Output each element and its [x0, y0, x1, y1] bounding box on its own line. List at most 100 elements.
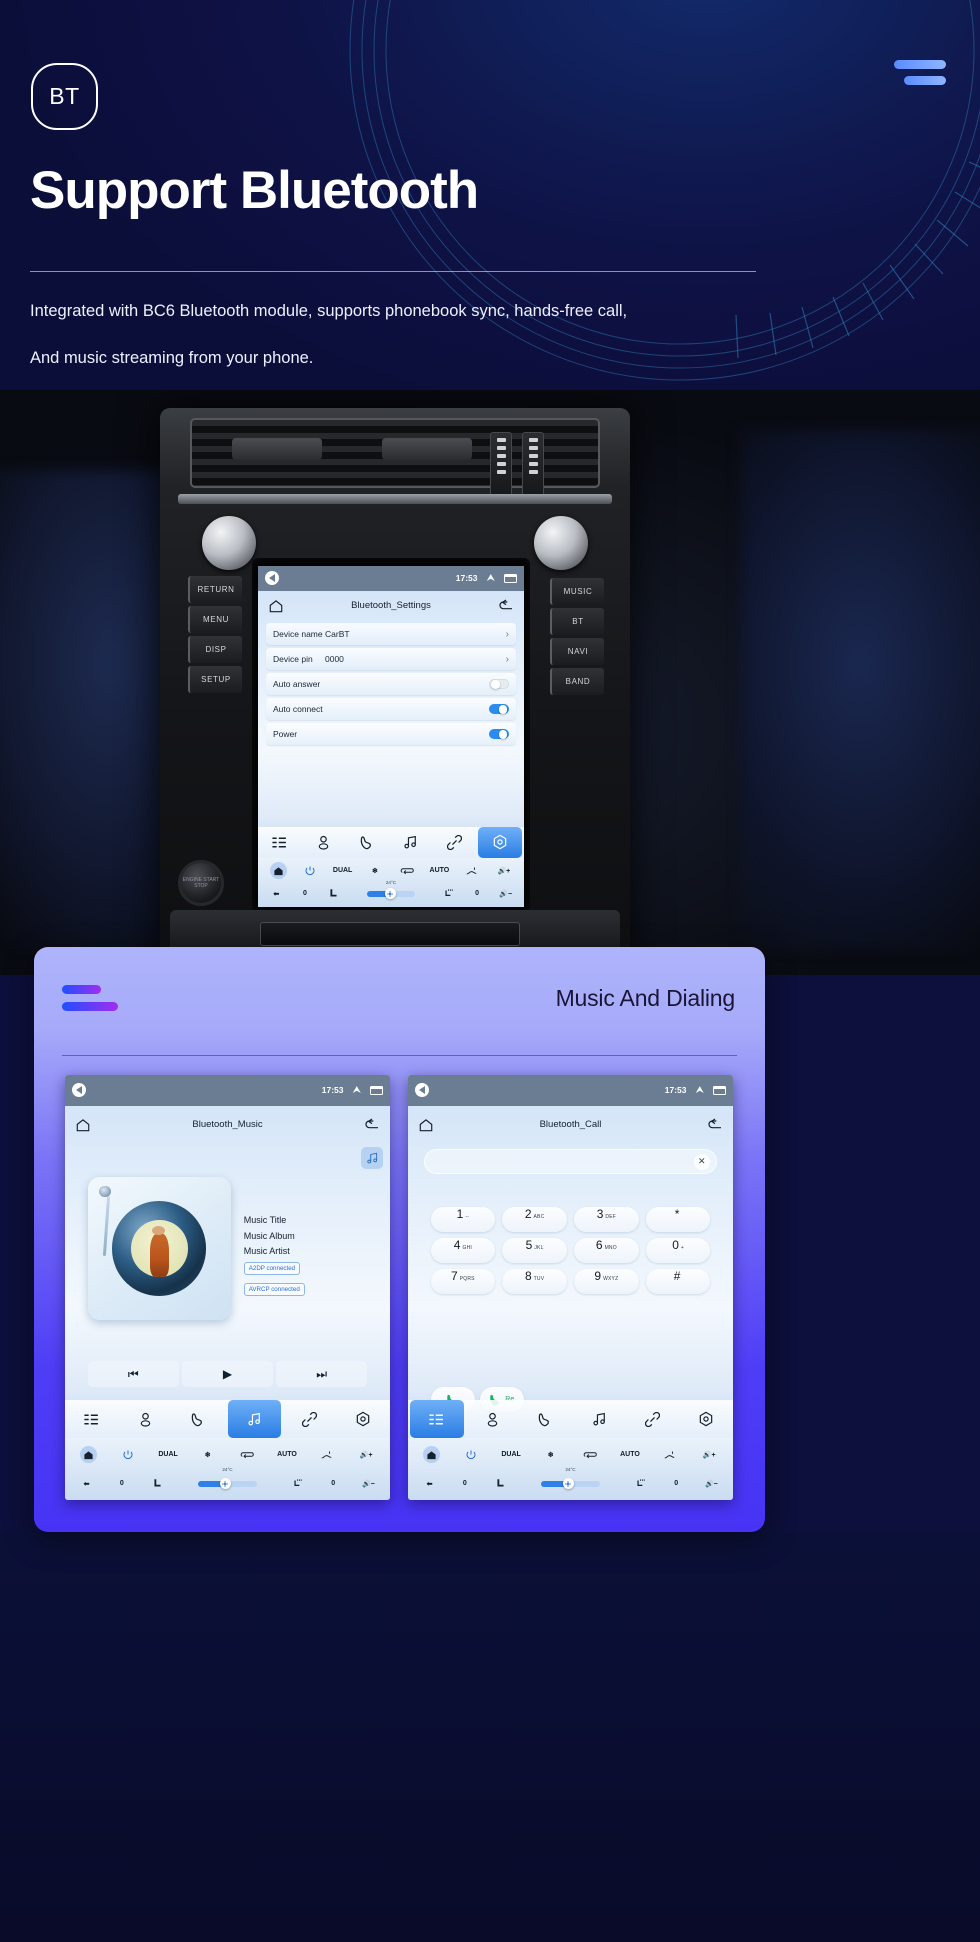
- snowflake-icon[interactable]: ❄: [531, 1451, 571, 1459]
- chevron-right-icon[interactable]: ›: [506, 654, 509, 665]
- climate-back-icon[interactable]: ⬅: [262, 890, 291, 898]
- settings-row-auto-connect[interactable]: Auto connect: [266, 698, 516, 721]
- home-icon[interactable]: [75, 1118, 91, 1132]
- home-icon[interactable]: [268, 599, 284, 613]
- music-source-button[interactable]: [361, 1147, 383, 1170]
- dock-contacts-icon[interactable]: [302, 827, 346, 858]
- dock-phone-icon[interactable]: [172, 1400, 226, 1438]
- climate-home-icon[interactable]: [423, 1446, 441, 1464]
- key-2[interactable]: 2 ABC: [502, 1206, 567, 1232]
- back-icon[interactable]: [415, 1083, 429, 1098]
- dock-music-note-icon[interactable]: [389, 827, 433, 858]
- hw-button-bt[interactable]: BT: [550, 608, 604, 635]
- chevron-right-icon[interactable]: ›: [506, 629, 509, 640]
- dock-contacts-icon[interactable]: [119, 1400, 173, 1438]
- key-1[interactable]: 1 --: [430, 1206, 496, 1232]
- fan-icon[interactable]: [384, 888, 396, 900]
- key-star[interactable]: *: [645, 1206, 711, 1232]
- defrost-icon[interactable]: [650, 1450, 690, 1460]
- volume-down-icon[interactable]: 🔊−: [491, 890, 520, 898]
- key-7[interactable]: 7 PQRS: [430, 1268, 496, 1294]
- key-6[interactable]: 6 MNO: [574, 1237, 639, 1263]
- recirculate-icon[interactable]: [228, 1450, 268, 1459]
- auto-answer-toggle[interactable]: [489, 678, 509, 690]
- fan-speed-slider[interactable]: [197, 1478, 258, 1490]
- climate-power-icon[interactable]: [294, 865, 326, 877]
- seat-heat-icon[interactable]: [623, 1478, 658, 1489]
- next-track-icon[interactable]: ⏭: [276, 1361, 368, 1388]
- volume-knob[interactable]: [202, 516, 256, 570]
- key-8[interactable]: 8 TUV: [502, 1268, 567, 1294]
- undo-icon[interactable]: [364, 1118, 380, 1132]
- climate-left-temp[interactable]: 0: [104, 1480, 139, 1487]
- dock-link-icon[interactable]: [283, 1400, 337, 1438]
- dock-apps-grid-icon[interactable]: [258, 827, 302, 858]
- dock-music-note-icon[interactable]: [227, 1400, 281, 1439]
- fan-icon[interactable]: [562, 1478, 574, 1490]
- climate-dual-label[interactable]: DUAL: [491, 1451, 531, 1458]
- climate-dual-label[interactable]: DUAL: [327, 867, 359, 874]
- key-3[interactable]: 3 DEF: [574, 1206, 639, 1232]
- settings-row-device-pin[interactable]: Device pin 0000 ›: [266, 648, 516, 671]
- key-9[interactable]: 9 WXYZ: [574, 1268, 639, 1294]
- dock-settings-hex-icon[interactable]: [680, 1400, 734, 1438]
- phone-number-input[interactable]: ✕: [424, 1149, 717, 1175]
- volume-up-icon[interactable]: 🔊+: [488, 867, 520, 875]
- dock-settings-hex-icon[interactable]: [478, 826, 523, 858]
- snowflake-icon[interactable]: ❄: [188, 1451, 228, 1459]
- chevron-up-icon[interactable]: ⮝: [487, 573, 496, 584]
- close-icon[interactable]: ✕: [693, 1153, 710, 1170]
- hw-button-navi[interactable]: NAVI: [550, 638, 604, 665]
- recirculate-icon[interactable]: [571, 1450, 611, 1459]
- recents-icon[interactable]: [370, 1085, 383, 1095]
- dock-contacts-icon[interactable]: [466, 1400, 520, 1438]
- climate-back-icon[interactable]: ⬅: [69, 1480, 104, 1488]
- climate-left-temp[interactable]: 0: [447, 1480, 482, 1487]
- climate-power-icon[interactable]: [109, 1449, 149, 1461]
- climate-right-temp[interactable]: 0: [316, 1480, 351, 1487]
- climate-back-icon[interactable]: ⬅: [412, 1480, 447, 1488]
- climate-auto-label[interactable]: AUTO: [423, 867, 455, 874]
- undo-icon[interactable]: [707, 1118, 723, 1132]
- tune-knob[interactable]: [534, 516, 588, 570]
- hw-button-setup[interactable]: SETUP: [188, 666, 242, 693]
- snowflake-icon[interactable]: ❄: [359, 867, 391, 875]
- climate-right-temp[interactable]: 0: [659, 1480, 694, 1487]
- settings-row-power[interactable]: Power: [266, 723, 516, 746]
- hw-button-menu[interactable]: MENU: [188, 606, 242, 633]
- volume-up-icon[interactable]: 🔊+: [346, 1451, 386, 1459]
- climate-dual-label[interactable]: DUAL: [148, 1451, 188, 1458]
- hw-button-return[interactable]: RETURN: [188, 576, 242, 603]
- fan-icon[interactable]: [219, 1478, 231, 1490]
- engine-start-button[interactable]: ENGINE START STOP: [178, 860, 224, 906]
- key-0[interactable]: 0 +: [645, 1237, 711, 1263]
- dock-link-icon[interactable]: [626, 1400, 680, 1438]
- auto-connect-toggle[interactable]: [489, 703, 509, 715]
- back-icon[interactable]: [72, 1083, 86, 1098]
- volume-up-icon[interactable]: 🔊+: [689, 1451, 729, 1459]
- fan-speed-slider[interactable]: [366, 888, 416, 900]
- key-4[interactable]: 4 GHI: [430, 1237, 496, 1263]
- settings-row-auto-answer[interactable]: Auto answer: [266, 673, 516, 696]
- play-icon[interactable]: ▶: [181, 1361, 274, 1388]
- back-icon[interactable]: [265, 571, 279, 586]
- dock-link-icon[interactable]: [433, 827, 477, 858]
- climate-right-temp[interactable]: 0: [463, 890, 492, 897]
- defrost-icon[interactable]: [456, 866, 488, 876]
- recents-icon[interactable]: [504, 573, 517, 583]
- seat-icon[interactable]: [482, 1478, 517, 1489]
- settings-row-device-name[interactable]: Device name CarBT ›: [266, 623, 516, 646]
- hw-button-disp[interactable]: DISP: [188, 636, 242, 663]
- dock-phone-icon[interactable]: [345, 827, 389, 858]
- seat-heat-icon[interactable]: [280, 1478, 315, 1489]
- home-icon[interactable]: [418, 1118, 434, 1132]
- hw-button-band[interactable]: BAND: [550, 668, 604, 695]
- dock-settings-hex-icon[interactable]: [337, 1400, 391, 1438]
- climate-power-icon[interactable]: [452, 1449, 492, 1461]
- fan-speed-slider[interactable]: [540, 1478, 601, 1490]
- climate-home-icon[interactable]: [80, 1446, 98, 1464]
- hw-button-music[interactable]: MUSIC: [550, 578, 604, 605]
- key-hash[interactable]: #: [645, 1268, 711, 1294]
- climate-auto-label[interactable]: AUTO: [267, 1451, 307, 1458]
- climate-left-temp[interactable]: 0: [291, 890, 320, 897]
